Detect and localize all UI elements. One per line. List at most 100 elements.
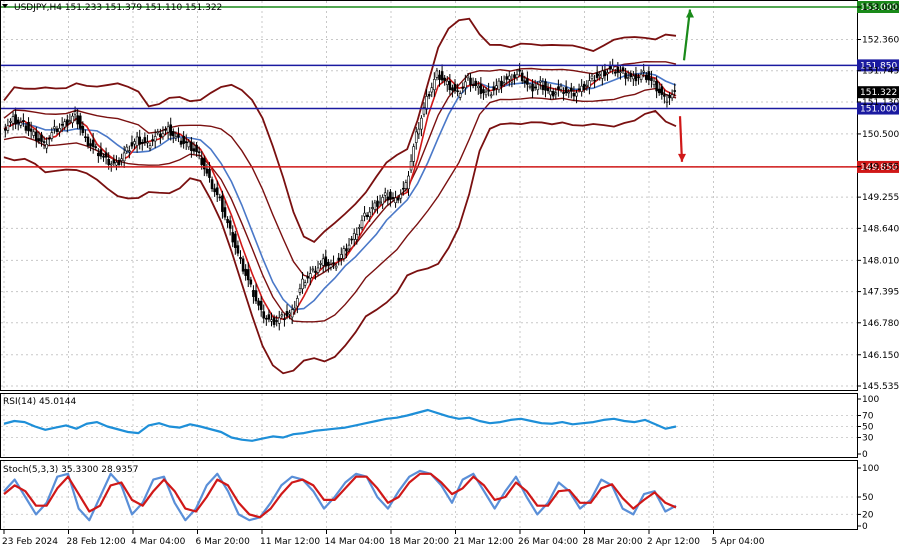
x-tick-label: 5 Apr 04:00 — [712, 537, 765, 547]
candle-body — [109, 163, 113, 166]
candle-body — [280, 314, 284, 317]
candle-body — [365, 214, 369, 217]
candle-body — [606, 72, 609, 75]
candle-body — [29, 128, 33, 132]
candle-body — [557, 86, 560, 90]
candle-body — [655, 80, 658, 92]
candle-body — [637, 76, 640, 79]
candle-body — [572, 93, 576, 97]
candle-body — [125, 146, 129, 152]
y-tick-label: 149.255 — [862, 193, 899, 203]
candle-body — [352, 233, 356, 240]
y-tick-label: 145.535 — [862, 382, 899, 392]
candle-body — [3, 128, 7, 131]
candle-body — [650, 77, 653, 81]
candle-body — [598, 73, 602, 76]
arrow-down-icon — [678, 153, 686, 162]
candle-body — [634, 73, 638, 82]
rsi-axis: 100 705030 0 — [857, 395, 879, 460]
candle-body — [453, 83, 457, 92]
candle-body — [257, 300, 260, 306]
candle-body — [210, 179, 214, 190]
candle-body — [236, 245, 240, 254]
candle-body — [438, 74, 441, 80]
rsi-panel[interactable]: 100 705030 0 RSI(14) 45.0144 — [0, 393, 880, 461]
candle-body — [629, 73, 633, 78]
candle-body — [673, 90, 677, 92]
bollinger-bands — [3, 17, 677, 375]
oscillator-line — [3, 408, 677, 442]
candle-body — [231, 232, 235, 243]
candle-body — [567, 91, 571, 94]
candle-body — [471, 84, 475, 86]
candle-body — [404, 182, 408, 189]
candle-body — [611, 65, 614, 70]
candle-body — [272, 317, 276, 325]
candle-body — [290, 309, 294, 318]
candle-body — [89, 143, 92, 147]
candle-body — [414, 131, 418, 143]
x-tick-label: 6 Mar 20:00 — [196, 537, 251, 547]
candle-body — [417, 128, 421, 135]
y-tick-label: 151.745 — [862, 67, 899, 77]
candle-body — [433, 79, 436, 91]
candle-body — [533, 86, 537, 89]
candle-body — [187, 141, 191, 148]
candle-body — [541, 84, 545, 91]
candle-body — [303, 282, 307, 286]
candle-body — [324, 256, 328, 267]
candle-body — [435, 70, 439, 78]
candle-body — [371, 207, 374, 209]
candle-body — [301, 278, 304, 290]
price-label: 151.322 — [860, 88, 897, 98]
candle-body — [143, 137, 147, 144]
y-tick-label: 70 — [862, 412, 874, 422]
candle-body — [192, 148, 196, 152]
x-tick-label: 23 Feb 2024 — [2, 537, 58, 547]
candle-body — [601, 70, 604, 79]
candle-body — [153, 136, 157, 142]
candle-body — [42, 141, 46, 143]
y-tick-label: 20 — [862, 510, 874, 520]
candle-body — [22, 120, 25, 123]
x-tick-label: 28 Feb 12:00 — [67, 537, 126, 547]
candle-body — [657, 88, 661, 94]
candle-body — [539, 80, 542, 83]
candle-body — [221, 195, 224, 212]
candle-body — [195, 144, 198, 152]
candle-body — [104, 152, 108, 158]
candle-body — [148, 145, 152, 149]
candle-body — [115, 162, 118, 166]
candle-body — [381, 197, 384, 205]
price-panel[interactable]: 153.000151.850151.322151.000149.850 153.… — [0, 0, 900, 393]
candle-body — [616, 66, 620, 73]
candle-body — [373, 202, 377, 210]
candle-body — [492, 86, 496, 91]
candle-body — [376, 200, 379, 207]
rsi-lines — [3, 408, 677, 442]
candle-body — [461, 87, 465, 89]
candle-body — [474, 80, 477, 86]
candle-body — [644, 74, 648, 80]
candle-body — [288, 312, 291, 315]
candle-body — [412, 146, 415, 162]
stoch-panel[interactable]: 100 50 20 0 Stoch(5,3,3) 35.3300 28.9357 — [0, 460, 880, 533]
candle-body — [252, 289, 255, 297]
candle-body — [458, 93, 462, 98]
y-tick-label: 150.500 — [862, 130, 899, 140]
candle-body — [546, 87, 550, 92]
candle-body — [399, 194, 403, 199]
candle-body — [246, 269, 250, 281]
candle-body — [249, 279, 253, 285]
candle-body — [174, 136, 178, 139]
candle-body — [443, 77, 446, 81]
trading-chart[interactable]: 153.000151.850151.322151.000149.850 153.… — [0, 0, 900, 553]
candle-body — [40, 134, 43, 142]
candle-body — [45, 144, 48, 149]
candle-body — [407, 175, 410, 190]
candle-body — [396, 197, 400, 201]
candle-body — [355, 234, 359, 240]
candle-body — [14, 114, 17, 125]
candle-body — [342, 248, 346, 259]
candle-body — [91, 139, 95, 147]
